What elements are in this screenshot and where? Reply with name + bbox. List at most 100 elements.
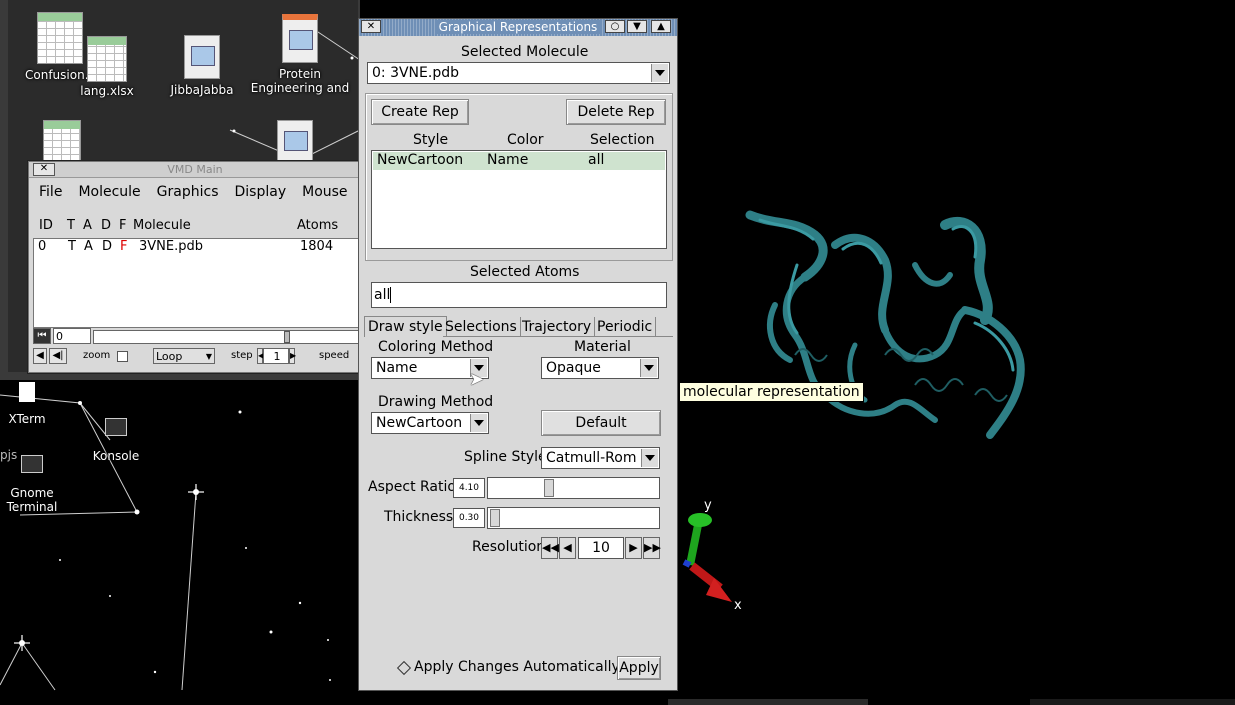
- chevron-down-icon: [640, 359, 657, 377]
- vmd-main-titlebar[interactable]: ✕ VMD Main: [29, 162, 361, 178]
- desktop-icon-partial-sheet[interactable]: [17, 120, 107, 162]
- loop-select[interactable]: Loop ▼: [153, 348, 215, 364]
- apply-auto-label: Apply Changes Automatically: [414, 659, 620, 675]
- desktop-icon-label: JibbaJabba: [170, 83, 234, 97]
- close-icon[interactable]: ✕: [33, 163, 55, 176]
- desktop-icon-lang[interactable]: lang.xlsx: [62, 36, 152, 98]
- material-value: Opaque: [546, 360, 601, 376]
- selected-molecule-value: 0: 3VNE.pdb: [372, 65, 459, 81]
- cell-f[interactable]: F: [120, 239, 127, 254]
- graph-rep-titlebar[interactable]: ✕ Graphical Representations ○ ▼ ▲: [359, 19, 677, 36]
- coloring-method-value: Name: [376, 360, 418, 376]
- resolution-decrease-icon[interactable]: ◀: [559, 537, 576, 559]
- tab-periodic[interactable]: Periodic: [594, 317, 657, 337]
- document-icon: [184, 35, 220, 79]
- spline-style-select[interactable]: Catmull-Rom: [541, 447, 660, 469]
- frame-field[interactable]: 0: [53, 328, 91, 344]
- zoom-label: zoom: [83, 350, 111, 361]
- desktop-icon-xterm[interactable]: XTerm: [0, 382, 72, 426]
- cell-t[interactable]: T: [68, 239, 76, 254]
- axis-y-label: y: [704, 498, 712, 513]
- selected-molecule-label: Selected Molecule: [461, 44, 589, 60]
- menu-graphics[interactable]: Graphics: [157, 184, 219, 206]
- menu-down-icon[interactable]: ▼: [627, 20, 647, 33]
- chevron-down-icon: ▼: [205, 352, 212, 361]
- col-a: A: [83, 218, 92, 233]
- mouse-cursor-icon: ➤: [469, 369, 485, 390]
- jump-start-icon[interactable]: ⏮: [33, 328, 51, 344]
- chevron-down-icon: [641, 449, 658, 467]
- resolution-fast-increase-icon[interactable]: ▶▶: [643, 537, 661, 559]
- close-icon[interactable]: ✕: [361, 20, 381, 33]
- rep-style: NewCartoon: [377, 152, 464, 168]
- tab-selections[interactable]: Selections: [442, 317, 521, 337]
- resolution-label: Resolution: [472, 539, 546, 555]
- axes-icon: [682, 513, 732, 602]
- desktop-icon-label: XTerm: [8, 412, 46, 426]
- create-rep-button[interactable]: Create Rep: [371, 99, 469, 125]
- zoom-checkbox[interactable]: [117, 351, 128, 362]
- list-item[interactable]: NewCartoon Name all: [373, 152, 665, 170]
- protein-cartoon: [745, 210, 1025, 439]
- molecule-list[interactable]: 0 T A D F 3VNE.pdb 1804: [33, 238, 361, 328]
- step-back-icon[interactable]: ◀|: [49, 348, 67, 364]
- desktop-icon-jibbajabba[interactable]: JibbaJabba: [157, 35, 247, 97]
- frame-slider[interactable]: [93, 330, 361, 344]
- reps-list[interactable]: NewCartoon Name all: [371, 150, 667, 249]
- desktop-icon-protein-engineering[interactable]: Protein Engineering and: [250, 14, 350, 95]
- table-row[interactable]: 0 T A D F 3VNE.pdb 1804: [34, 239, 360, 257]
- cell-d[interactable]: D: [102, 239, 112, 254]
- frame-slider-thumb[interactable]: [284, 331, 290, 343]
- document-icon: [277, 120, 313, 164]
- graphical-representations-window: ✕ Graphical Representations ○ ▼ ▲ Select…: [358, 18, 678, 691]
- desktop-icon-partial-doc[interactable]: [250, 120, 340, 164]
- selected-atoms-input[interactable]: all: [371, 282, 667, 308]
- delete-rep-button[interactable]: Delete Rep: [566, 99, 666, 125]
- tab-divider: [443, 336, 673, 337]
- tab-selections-label: Selections: [445, 319, 517, 335]
- default-button[interactable]: Default: [541, 410, 661, 436]
- menu-file[interactable]: File: [39, 184, 62, 206]
- material-select[interactable]: Opaque: [541, 357, 659, 379]
- thickness-label: Thickness: [384, 509, 454, 525]
- thickness-field[interactable]: 0.30: [453, 508, 485, 528]
- tab-draw-style[interactable]: Draw style: [364, 316, 447, 337]
- menu-mouse[interactable]: Mouse: [302, 184, 347, 206]
- menu-molecule[interactable]: Molecule: [78, 184, 140, 206]
- aspect-ratio-slider[interactable]: [487, 477, 660, 499]
- window-title: VMD Main: [167, 163, 223, 176]
- aspect-ratio-label: Aspect Ratio: [368, 479, 456, 495]
- step-field[interactable]: 1: [263, 348, 289, 364]
- selected-molecule-select[interactable]: 0: 3VNE.pdb: [367, 62, 670, 84]
- cell-atoms: 1804: [300, 239, 334, 254]
- vmd-menubar: File Molecule Graphics Display Mouse Ex: [29, 178, 381, 206]
- desktop-icon-gnome-terminal[interactable]: Gnome Terminal: [0, 455, 77, 514]
- drawing-method-select[interactable]: NewCartoon: [371, 412, 489, 434]
- thickness-slider-thumb[interactable]: [490, 509, 500, 527]
- maximize-icon[interactable]: ▲: [651, 20, 671, 33]
- resolution-fast-decrease-icon[interactable]: ◀◀: [541, 537, 559, 559]
- menu-display[interactable]: Display: [235, 184, 287, 206]
- apply-button[interactable]: Apply: [617, 656, 661, 680]
- resolution-value: 10: [592, 540, 610, 556]
- desktop-icon-konsole[interactable]: Konsole: [71, 418, 161, 463]
- resolution-field[interactable]: 10: [578, 537, 624, 559]
- chevron-down-icon: [651, 64, 668, 82]
- drawing-method-label: Drawing Method: [378, 394, 494, 410]
- play-reverse-icon[interactable]: ◀: [33, 348, 47, 364]
- coloring-method-label: Coloring Method: [378, 339, 494, 355]
- resolution-increase-icon[interactable]: ▶: [625, 537, 642, 559]
- desktop-icon-label-partial: pjs: [0, 448, 18, 462]
- thickness-slider[interactable]: [487, 507, 660, 529]
- desktop-icon-label-line1: Protein: [278, 67, 322, 81]
- minimize-icon[interactable]: ○: [605, 20, 625, 33]
- aspect-ratio-field[interactable]: 4.10: [453, 478, 485, 498]
- tab-periodic-label: Periodic: [597, 319, 653, 335]
- aspect-ratio-slider-thumb[interactable]: [544, 479, 554, 497]
- tooltip: molecular representation: [679, 382, 864, 402]
- step-increase-icon[interactable]: ▶: [289, 348, 296, 364]
- col-color: Color: [507, 132, 544, 148]
- tab-trajectory[interactable]: Trajectory: [519, 317, 596, 337]
- desktop-icon-label: lang.xlsx: [80, 84, 134, 98]
- cell-a[interactable]: A: [84, 239, 93, 254]
